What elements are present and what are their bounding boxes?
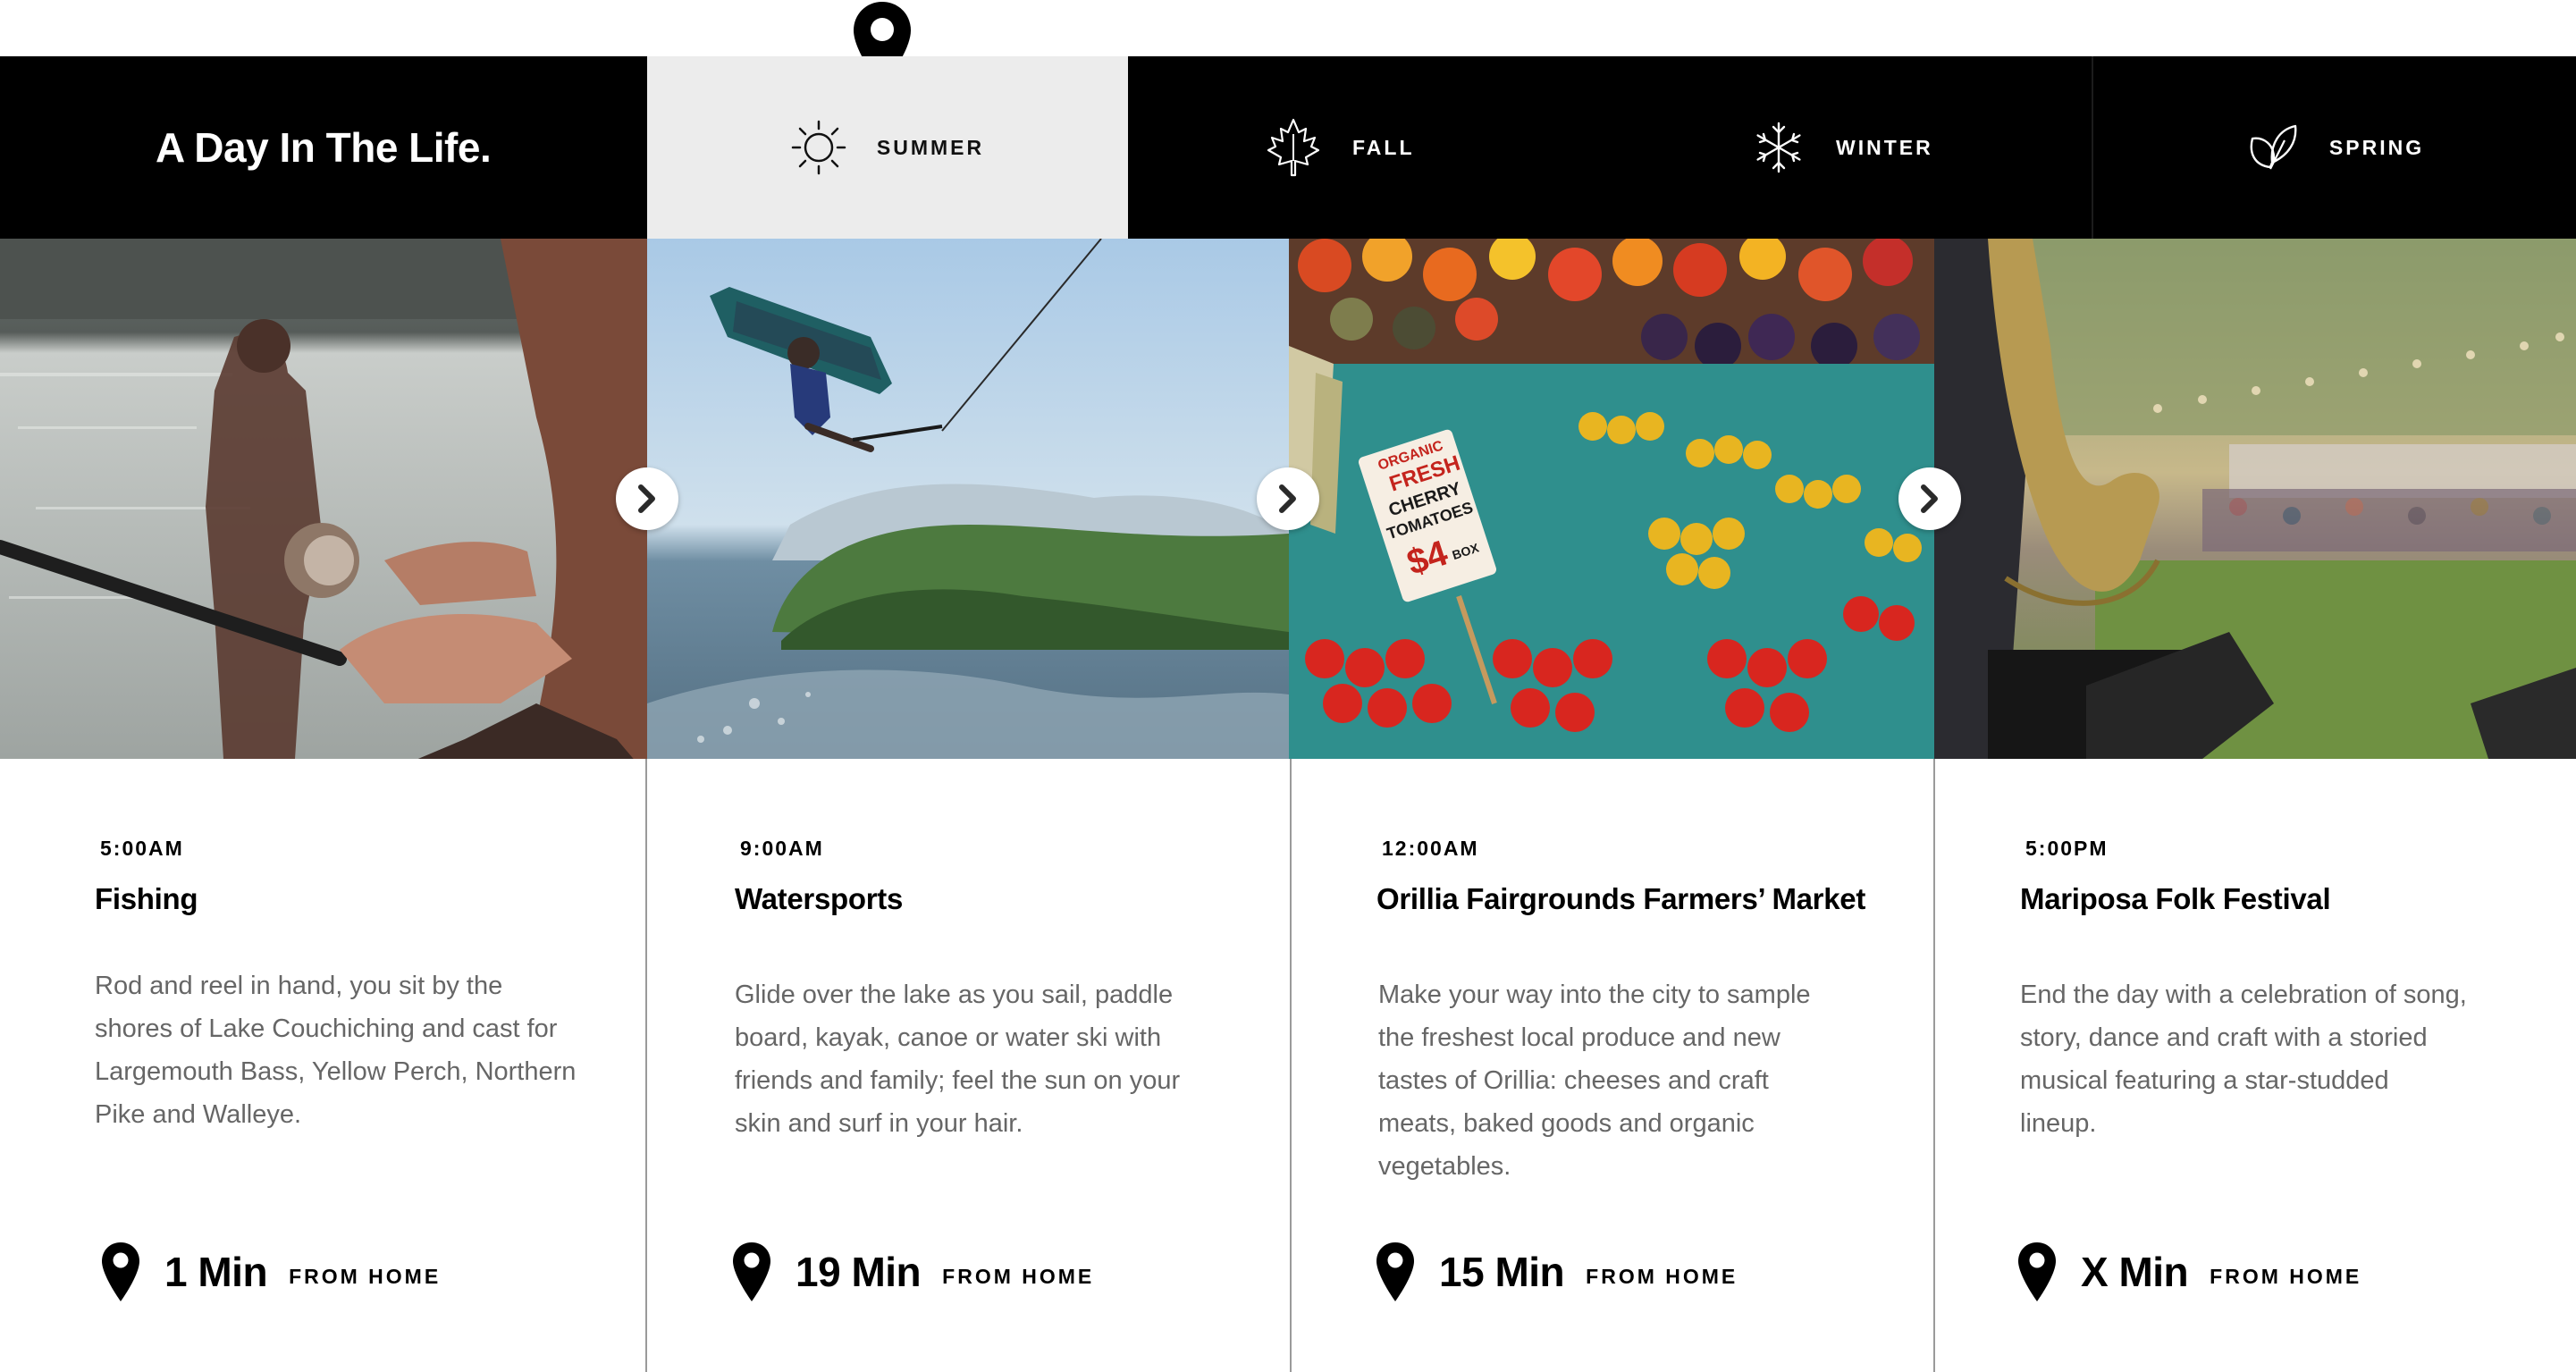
tab-fall-label: FALL xyxy=(1352,135,1415,159)
chevron-right-icon xyxy=(1279,484,1296,513)
travel-distance: 1 Min FROM HOME xyxy=(100,1236,441,1308)
chevron-right-icon xyxy=(1921,484,1938,513)
season-navigation-bar: A Day In The Life. SUMMER FALL WINTER SP… xyxy=(0,56,2576,239)
tab-winter-label: WINTER xyxy=(1836,135,1933,159)
from-home-label: FROM HOME xyxy=(289,1264,442,1288)
tab-spring[interactable]: SPRING xyxy=(2093,56,2576,239)
activity-description: Glide over the lake as you sail, paddle … xyxy=(735,981,1181,1138)
tab-summer[interactable]: SUMMER xyxy=(647,56,1128,239)
travel-minutes: 15 Min xyxy=(1439,1249,1565,1295)
location-pin-icon xyxy=(2018,1242,2056,1301)
activity-time: 5:00AM xyxy=(100,837,184,860)
activity-time: 5:00PM xyxy=(2025,837,2109,860)
from-home-label: FROM HOME xyxy=(2210,1264,2362,1288)
travel-distance: 19 Min FROM HOME xyxy=(731,1236,1094,1308)
activity-card[interactable]: 9:00AM Watersports Glide over the lake a… xyxy=(647,759,1291,1372)
activity-time: 12:00AM xyxy=(1382,837,1479,860)
next-slide-button[interactable] xyxy=(616,467,678,530)
location-pin-icon xyxy=(1376,1242,1414,1301)
activity-card[interactable]: 5:00PM Mariposa Folk Festival End the da… xyxy=(1934,759,2576,1372)
location-pin-icon xyxy=(733,1242,770,1301)
activity-description: Make your way into the city to sample th… xyxy=(1378,981,1811,1181)
travel-minutes: X Min xyxy=(2081,1249,2189,1295)
chevron-right-icon xyxy=(638,484,655,513)
tab-summer-label: SUMMER xyxy=(876,135,985,159)
wakeboarding-photo xyxy=(647,239,1289,759)
activity-card[interactable]: 12:00AM Orillia Fairgrounds Farmers’ Mar… xyxy=(1291,759,1934,1372)
folk-festival-photo xyxy=(1934,239,2576,759)
snowflake-icon xyxy=(1756,122,1801,173)
tab-winter[interactable]: WINTER xyxy=(1752,56,2047,239)
location-pin-icon xyxy=(102,1242,139,1301)
from-home-label: FROM HOME xyxy=(942,1264,1095,1288)
page-title: A Day In The Life. xyxy=(156,124,492,171)
next-slide-button[interactable] xyxy=(1898,467,1961,530)
tab-fall[interactable]: FALL xyxy=(1265,56,1533,239)
sprout-leaf-icon xyxy=(2250,124,2297,170)
maple-leaf-icon xyxy=(1267,118,1320,177)
from-home-label: FROM HOME xyxy=(1586,1264,1738,1288)
travel-distance: 15 Min FROM HOME xyxy=(1375,1236,1738,1308)
next-slide-button[interactable] xyxy=(1257,467,1319,530)
travel-minutes: 1 Min xyxy=(164,1249,268,1295)
tab-spring-label: SPRING xyxy=(2328,135,2425,159)
farmers-market-photo: ORGANIC FRESH CHERRY TOMATOES $4 BOX xyxy=(1289,239,1934,759)
activity-description: Rod and reel in hand, you sit by the sho… xyxy=(95,972,577,1129)
travel-minutes: 19 Min xyxy=(796,1249,922,1295)
activity-description: End the day with a celebration of song, … xyxy=(2020,981,2467,1138)
travel-distance: X Min FROM HOME xyxy=(2016,1236,2361,1308)
activity-title: Watersports xyxy=(735,882,904,915)
activity-title: Mariposa Folk Festival xyxy=(2020,882,2331,915)
activity-title: Fishing xyxy=(95,882,198,915)
activity-card[interactable]: 5:00AM Fishing Rod and reel in hand, you… xyxy=(0,759,647,1372)
fishing-photo xyxy=(0,239,647,759)
sun-icon xyxy=(791,120,846,175)
activity-title: Orillia Fairgrounds Farmers’ Market xyxy=(1376,882,1866,915)
activity-time: 9:00AM xyxy=(740,837,824,860)
